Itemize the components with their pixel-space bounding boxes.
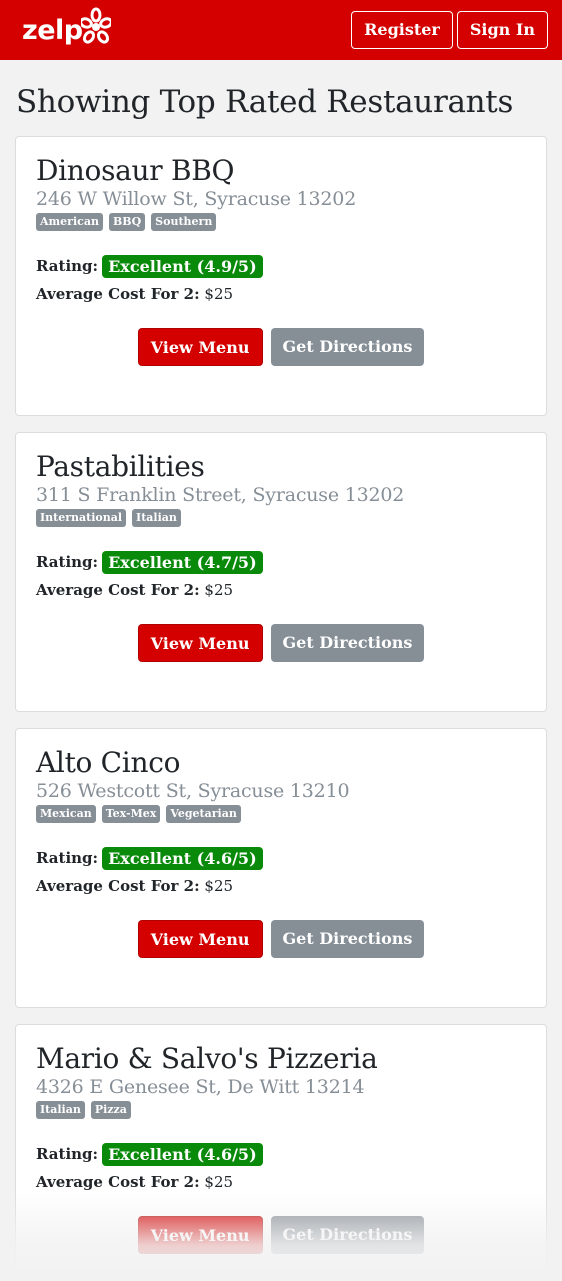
get-directions-button[interactable]: Get Directions [270,1216,425,1254]
register-button[interactable]: Register [351,11,453,49]
get-directions-button[interactable]: Get Directions [270,328,425,366]
cost-label: Average Cost For 2: [36,581,200,599]
rating-row: Rating: Excellent (4.9/5) [36,254,526,278]
cost-row: Average Cost For 2: $25 [36,284,526,304]
get-directions-button[interactable]: Get Directions [270,920,425,958]
restaurant-name: Pastabilities [36,450,205,483]
view-menu-button[interactable]: View Menu [137,328,263,366]
cost-label: Average Cost For 2: [36,877,200,895]
restaurant-card: Dinosaur BBQ 246 W Willow St, Syracuse 1… [15,136,547,416]
cuisine-tag: Pizza [90,1101,131,1119]
card-actions: View Menu Get Directions [36,624,526,662]
restaurant-card: Mario & Salvo's Pizzeria 4326 E Genesee … [15,1024,547,1281]
restaurant-address: 246 W Willow St, Syracuse 13202 [36,188,357,210]
cost-value: $25 [204,581,234,599]
brand-name: zelp [22,14,83,46]
cuisine-tag: Tex-Mex [101,805,161,823]
restaurant-card: Pastabilities 311 S Franklin Street, Syr… [15,432,547,712]
rating-label: Rating: [36,257,99,275]
get-directions-button[interactable]: Get Directions [270,624,425,662]
restaurant-name: Dinosaur BBQ [36,154,235,187]
rating-row: Rating: Excellent (4.6/5) [36,846,526,870]
nav-buttons: Register Sign In [351,11,548,49]
cuisine-tag: Mexican [36,805,96,823]
cost-label: Average Cost For 2: [36,285,200,303]
brand-logo[interactable]: zelp [22,7,111,48]
restaurant-address: 526 Westcott St, Syracuse 13210 [36,780,350,802]
cuisine-tags: Mexican Tex-Mex Vegetarian [36,805,526,823]
rating-row: Rating: Excellent (4.7/5) [36,550,526,574]
cuisine-tag: Italian [132,509,181,527]
restaurant-name: Alto Cinco [36,746,181,779]
card-actions: View Menu Get Directions [36,328,526,366]
rating-label: Rating: [36,553,99,571]
restaurant-card: Alto Cinco 526 Westcott St, Syracuse 132… [15,728,547,1008]
page-title: Showing Top Rated Restaurants [16,84,514,120]
cost-row: Average Cost For 2: $25 [36,1172,526,1192]
view-menu-button[interactable]: View Menu [137,1216,263,1254]
rating-badge: Excellent (4.7/5) [102,550,263,574]
cost-value: $25 [204,877,234,895]
cuisine-tag: International [36,509,127,527]
view-menu-button[interactable]: View Menu [137,624,263,662]
cost-label: Average Cost For 2: [36,1173,200,1191]
rating-badge: Excellent (4.6/5) [102,1142,263,1166]
cost-row: Average Cost For 2: $25 [36,876,526,896]
cuisine-tag: American [36,213,103,231]
burst-logo-icon [80,7,111,44]
rating-badge: Excellent (4.9/5) [102,254,263,278]
cuisine-tags: International Italian [36,509,526,527]
cuisine-tags: Italian Pizza [36,1101,526,1119]
cuisine-tags: American BBQ Southern [36,213,526,231]
cost-value: $25 [204,1173,234,1191]
cuisine-tag: Vegetarian [166,805,241,823]
cuisine-tag: Southern [151,213,217,231]
sign-in-button[interactable]: Sign In [456,11,548,49]
card-actions: View Menu Get Directions [36,920,526,958]
restaurant-address: 311 S Franklin Street, Syracuse 13202 [36,484,405,506]
card-actions: View Menu Get Directions [36,1216,526,1254]
cost-value: $25 [204,285,234,303]
cuisine-tag: BBQ [108,213,146,231]
cost-row: Average Cost For 2: $25 [36,580,526,600]
view-menu-button[interactable]: View Menu [137,920,263,958]
cuisine-tag: Italian [36,1101,85,1119]
rating-label: Rating: [36,1145,99,1163]
rating-label: Rating: [36,849,99,867]
restaurant-list: Dinosaur BBQ 246 W Willow St, Syracuse 1… [0,122,562,1281]
rating-badge: Excellent (4.6/5) [102,846,263,870]
restaurant-name: Mario & Salvo's Pizzeria [36,1042,378,1075]
restaurant-address: 4326 E Genesee St, De Witt 13214 [36,1076,365,1098]
navbar: zelp Register Sign In [0,0,562,60]
rating-row: Rating: Excellent (4.6/5) [36,1142,526,1166]
